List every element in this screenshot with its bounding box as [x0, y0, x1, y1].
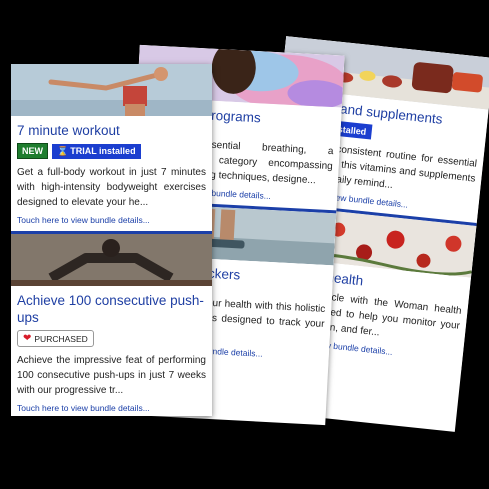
tile-description: Achieve the impressive feat of performin… — [17, 355, 206, 396]
hourglass-icon: ⌛ — [57, 145, 69, 156]
tile-description: Get a full-body workout in just 7 minute… — [17, 167, 206, 208]
workout-hero-image — [11, 64, 212, 116]
trial-badge: ⌛ TRIAL installed — [52, 143, 141, 159]
purchased-badge: ❤ PURCHASED — [17, 330, 94, 347]
pushups-hero-image — [11, 234, 212, 286]
new-badge: NEW — [17, 143, 48, 159]
heart-icon: ❤ — [23, 333, 32, 344]
tile-title: Achieve 100 consecutive push-ups — [17, 293, 204, 325]
bundle-card-front[interactable]: 7 minute workout NEW ⌛ TRIAL installed G… — [11, 64, 212, 416]
view-details-link[interactable]: Touch here to view bundle details... — [11, 212, 212, 231]
tile-title: 7 minute workout — [17, 123, 120, 138]
view-details-link[interactable]: Touch here to view bundle details... — [11, 400, 212, 416]
bundle-tile-push-ups[interactable]: Achieve 100 consecutive push-ups ❤ PURCH… — [11, 231, 212, 416]
bundle-tile-7-minute-workout[interactable]: 7 minute workout NEW ⌛ TRIAL installed G… — [11, 64, 212, 231]
